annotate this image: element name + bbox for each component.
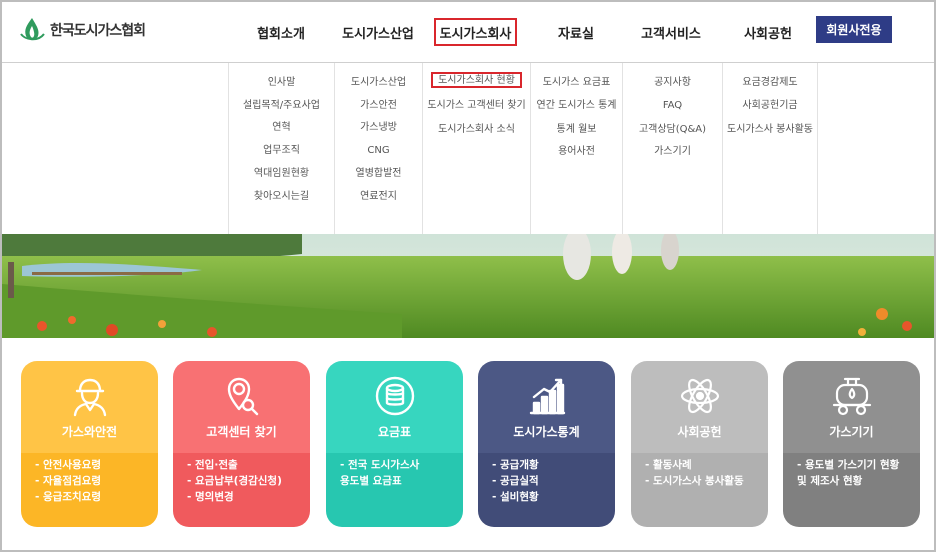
card-gas-safety[interactable]: 가스와안전 - 안전사용요령 - 자율점검요령 - 응급조치요령 — [21, 361, 158, 527]
card-title: 고객센터 찾기 — [206, 425, 277, 439]
card-title: 가스와안전 — [61, 425, 118, 439]
atom-icon — [680, 378, 720, 414]
menu-column-social-contribution: 요금경감제도 사회공헌기금 도시가스사 봉사활동 — [722, 63, 818, 235]
menu-item[interactable]: FAQ — [623, 98, 722, 114]
card-link[interactable]: - 용도별 가스기기 현황 — [797, 457, 914, 473]
menu-item[interactable]: 고객상담(Q&A) — [623, 122, 722, 138]
menu-item[interactable]: 가스안전 — [335, 98, 422, 114]
menu-item[interactable]: 공지사항 — [623, 75, 722, 91]
gas-tank-icon — [832, 377, 872, 416]
card-link[interactable]: - 응급조치요령 — [35, 489, 152, 505]
menu-item[interactable]: 통계 월보 — [531, 122, 622, 138]
menu-item-company-status[interactable]: 도시가스회사 현황 — [431, 72, 522, 88]
card-link[interactable]: - 도시가스사 봉사활동 — [645, 473, 762, 489]
menu-column-resources: 도시가스 요금표 연간 도시가스 통계 통계 월보 용어사전 — [530, 63, 622, 235]
menu-column-gas-companies: 도시가스회사 현황 도시가스 고객센터 찾기 도시가스회사 소식 — [422, 63, 530, 235]
nav-about[interactable]: 협회소개 — [246, 18, 316, 46]
card-links: - 용도별 가스기기 현황 및 제조사 현황 — [797, 457, 914, 489]
menu-item[interactable]: 도시가스 고객센터 찾기 — [423, 98, 530, 114]
card-link[interactable]: - 자율점검요령 — [35, 473, 152, 489]
site-logo[interactable]: 한국도시가스협회 — [18, 16, 146, 44]
logo-text: 한국도시가스협회 — [50, 23, 146, 39]
card-links: - 활동사례 - 도시가스사 봉사활동 — [645, 457, 762, 489]
nav-gas-companies[interactable]: 도시가스회사 — [434, 18, 517, 46]
nav-gas-industry[interactable]: 도시가스산업 — [336, 18, 420, 46]
card-link[interactable]: - 설비현황 — [492, 489, 609, 505]
card-gas-appliances[interactable]: 가스기기 - 용도별 가스기기 현황 및 제조사 현황 — [783, 361, 920, 527]
menu-item[interactable]: 도시가스회사 소식 — [423, 122, 530, 138]
nav-social-contribution[interactable]: 사회공헌 — [734, 18, 802, 46]
card-title: 가스기기 — [829, 425, 874, 439]
menu-item[interactable]: CNG — [335, 143, 422, 159]
page-frame: 한국도시가스협회 협회소개 도시가스산업 도시가스회사 자료실 고객서비스 사회… — [0, 0, 936, 552]
card-link[interactable]: - 전입·전출 — [187, 457, 304, 473]
nav-customer-service[interactable]: 고객서비스 — [630, 18, 712, 46]
card-social-contribution[interactable]: 사회공헌 - 활동사례 - 도시가스사 봉사활동 — [631, 361, 768, 527]
card-title: 사회공헌 — [677, 425, 722, 439]
card-customer-center[interactable]: 고객센터 찾기 - 전입·전출 - 요금납부(경감신청) - 명의변경 — [173, 361, 310, 527]
card-link[interactable]: - 명의변경 — [187, 489, 304, 505]
menu-item[interactable]: 요금경감제도 — [723, 75, 817, 91]
card-link[interactable]: 및 제조사 현황 — [797, 473, 914, 489]
card-links: - 공급개황 - 공급실적 - 설비현황 — [492, 457, 609, 505]
card-rate-table[interactable]: 요금표 - 전국 도시가스사 용도별 요금표 — [326, 361, 463, 527]
menu-item[interactable]: 도시가스사 봉사활동 — [723, 122, 817, 138]
coins-icon — [375, 376, 415, 416]
menu-item[interactable]: 열병합발전 — [335, 166, 422, 182]
card-link[interactable]: - 요금납부(경감신청) — [187, 473, 304, 489]
menu-item[interactable]: 찾아오시는길 — [229, 189, 334, 205]
menu-item[interactable]: 역대임원현황 — [229, 166, 334, 182]
menu-item[interactable]: 연료전지 — [335, 189, 422, 205]
menu-item[interactable]: 도시가스산업 — [335, 75, 422, 91]
menu-item[interactable]: 도시가스 요금표 — [531, 75, 622, 91]
menu-item[interactable]: 가스기기 — [623, 144, 722, 160]
card-link[interactable]: - 전국 도시가스사 — [340, 457, 457, 473]
menu-item[interactable]: 연간 도시가스 통계 — [531, 98, 622, 114]
menu-item[interactable]: 업무조직 — [229, 143, 334, 159]
menu-item[interactable]: 용어사전 — [531, 144, 622, 160]
card-link[interactable]: - 활동사례 — [645, 457, 762, 473]
bar-chart-icon — [529, 378, 566, 415]
menu-column-about: 인사말 설립목적/주요사업 연혁 업무조직 역대임원현황 찾아오시는길 — [228, 63, 334, 235]
location-search-icon — [227, 377, 259, 416]
menu-item[interactable]: 가스냉방 — [335, 120, 422, 136]
hero-banner-image — [2, 234, 934, 338]
card-title: 도시가스통계 — [513, 425, 580, 439]
menu-item[interactable]: 인사말 — [229, 75, 334, 91]
menu-column-gas-industry: 도시가스산업 가스안전 가스냉방 CNG 열병합발전 연료전지 — [334, 63, 422, 235]
menu-item[interactable]: 사회공헌기금 — [723, 98, 817, 114]
nav-resources[interactable]: 자료실 — [542, 18, 610, 46]
menu-item[interactable]: 연혁 — [229, 120, 334, 136]
menu-item[interactable]: 설립목적/주요사업 — [229, 98, 334, 114]
card-links: - 전입·전출 - 요금납부(경감신청) - 명의변경 — [187, 457, 304, 505]
card-title: 요금표 — [377, 425, 412, 439]
flame-logo-icon — [20, 18, 45, 41]
member-only-button[interactable]: 회원사전용 — [816, 16, 892, 43]
card-link[interactable]: - 공급실적 — [492, 473, 609, 489]
worker-icon — [73, 378, 107, 417]
card-gas-statistics[interactable]: 도시가스통계 - 공급개황 - 공급실적 - 설비현황 — [478, 361, 615, 527]
card-link[interactable]: - 안전사용요령 — [35, 457, 152, 473]
menu-column-customer-service: 공지사항 FAQ 고객상담(Q&A) 가스기기 — [622, 63, 722, 235]
mega-menu: 인사말 설립목적/주요사업 연혁 업무조직 역대임원현황 찾아오시는길 도시가스… — [2, 62, 934, 235]
card-link[interactable]: 용도별 요금표 — [340, 473, 457, 489]
card-links: - 안전사용요령 - 자율점검요령 - 응급조치요령 — [35, 457, 152, 505]
card-link[interactable]: - 공급개황 — [492, 457, 609, 473]
card-links: - 전국 도시가스사 용도별 요금표 — [340, 457, 457, 489]
